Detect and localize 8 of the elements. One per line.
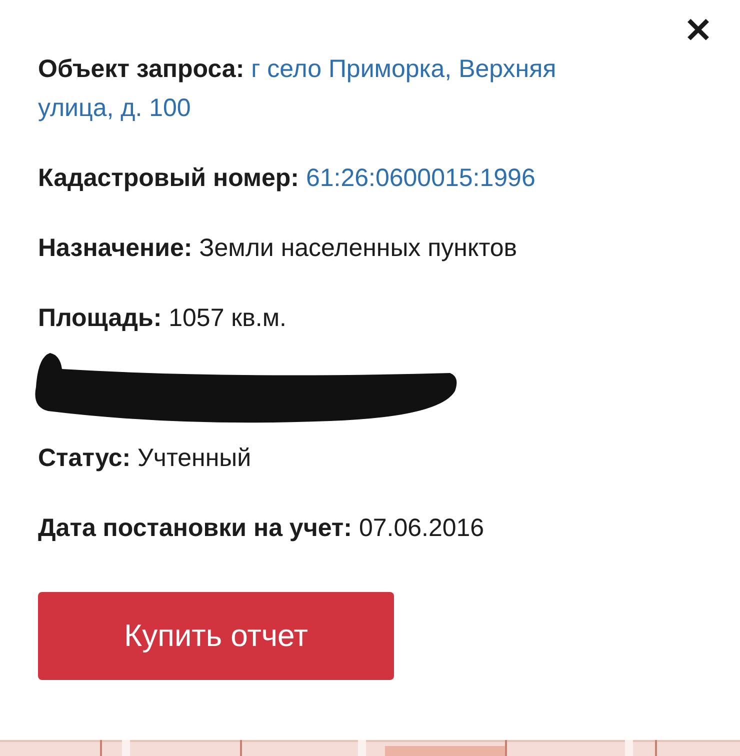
field-text: Назначение: Земли населенных пунктов: [38, 233, 518, 264]
field-text: Кадастровый номер: 61:26:0600015:1996: [38, 163, 536, 194]
field-text: Дата постановки на учет: 07.06.2016: [38, 513, 486, 544]
field-text: Площадь: 1057 кв.м.: [38, 303, 288, 334]
buy-report-button[interactable]: Купить отчет: [38, 592, 394, 680]
close-button[interactable]: ✕: [684, 14, 712, 48]
field-text: Объект запроса: г село Приморка, Верхняя улица, д. 100: [38, 54, 558, 124]
field-text: Статус: Учтенный: [38, 443, 252, 474]
